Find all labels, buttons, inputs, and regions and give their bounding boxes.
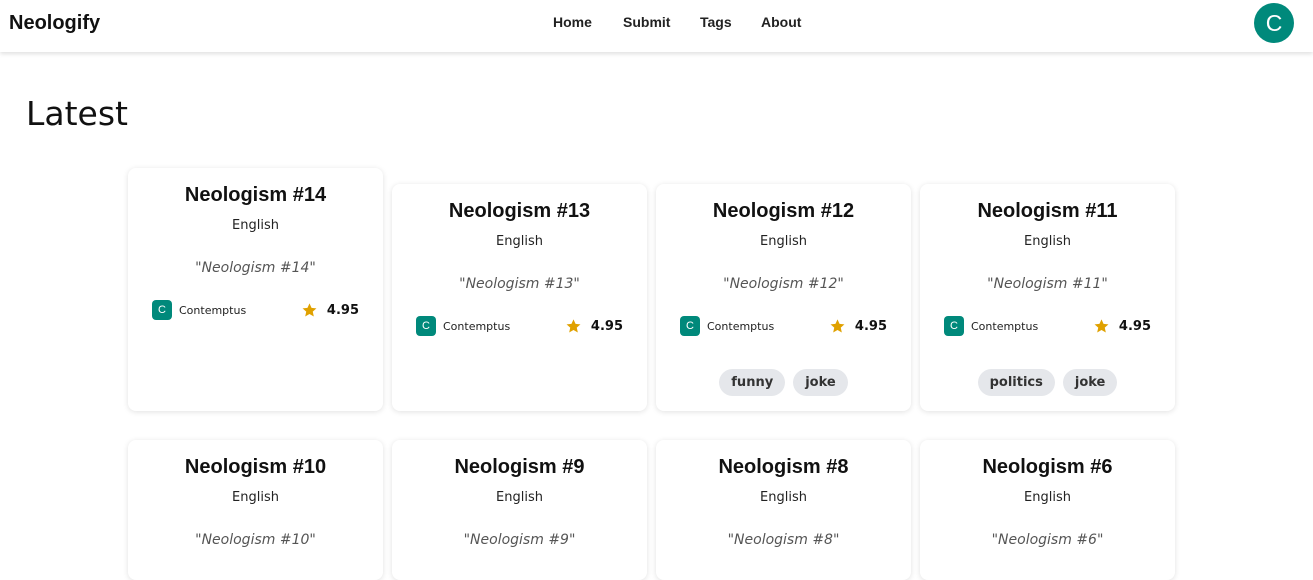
card-language: English xyxy=(1024,234,1071,249)
author-avatar: C xyxy=(944,316,964,336)
rating-value: 4.95 xyxy=(590,318,623,334)
author-avatar: C xyxy=(680,316,700,336)
tag-chip[interactable]: joke xyxy=(793,369,848,396)
nav-links: Home Submit Tags About xyxy=(0,14,1313,34)
author-name: Contemptus xyxy=(707,319,775,333)
card-definition: "Neologism #6" xyxy=(991,532,1104,548)
star-icon xyxy=(566,318,581,332)
neologism-card[interactable]: Neologism #11 English "Neologism #11" C … xyxy=(920,184,1175,411)
neologism-card[interactable]: Neologism #8 English "Neologism #8" xyxy=(656,440,911,580)
author-name: Contemptus xyxy=(971,319,1039,333)
author-avatar: C xyxy=(152,300,172,320)
card-rating: 4.95 xyxy=(1093,316,1151,336)
nav-about[interactable]: About xyxy=(761,14,801,30)
rating-value: 4.95 xyxy=(1118,318,1151,334)
author-avatar: C xyxy=(416,316,436,336)
card-author[interactable]: C Contemptus xyxy=(680,316,774,336)
card-title: Neologism #9 xyxy=(454,456,585,478)
neologism-card[interactable]: Neologism #13 English "Neologism #13" C … xyxy=(392,184,647,411)
tag-list: politics joke xyxy=(920,369,1175,396)
card-title: Neologism #6 xyxy=(982,456,1113,478)
card-rating: 4.95 xyxy=(565,316,623,336)
rating-value: 4.95 xyxy=(326,302,359,318)
tag-chip[interactable]: joke xyxy=(1062,369,1118,396)
nav-home[interactable]: Home xyxy=(553,14,592,30)
card-language: English xyxy=(232,218,279,233)
card-language: English xyxy=(760,490,807,505)
card-title: Neologism #10 xyxy=(184,456,327,478)
card-language: English xyxy=(1024,490,1071,505)
card-rating: 4.95 xyxy=(829,316,887,336)
nav-submit[interactable]: Submit xyxy=(623,14,670,30)
card-author[interactable]: C Contemptus xyxy=(416,316,510,336)
card-definition: "Neologism #13" xyxy=(459,276,580,292)
card-title: Neologism #8 xyxy=(718,456,849,478)
card-title: Neologism #14 xyxy=(184,184,327,206)
author-name: Contemptus xyxy=(443,319,511,333)
tag-list: funny joke xyxy=(656,369,911,396)
star-icon xyxy=(830,318,845,332)
author-name: Contemptus xyxy=(179,303,247,317)
card-definition: "Neologism #11" xyxy=(987,276,1108,292)
user-avatar[interactable]: C xyxy=(1254,3,1294,43)
card-definition: "Neologism #10" xyxy=(195,532,316,548)
card-language: English xyxy=(232,490,279,505)
card-definition: "Neologism #14" xyxy=(195,260,316,276)
star-icon xyxy=(302,302,317,316)
card-definition: "Neologism #8" xyxy=(727,532,840,548)
card-language: English xyxy=(496,490,543,505)
card-author[interactable]: C Contemptus xyxy=(152,300,246,320)
page-title: Latest xyxy=(26,94,128,133)
tag-chip[interactable]: politics xyxy=(977,369,1055,396)
tag-chip[interactable]: funny xyxy=(719,369,786,396)
card-language: English xyxy=(496,234,543,249)
card-author[interactable]: C Contemptus xyxy=(944,316,1038,336)
neologism-card[interactable]: Neologism #10 English "Neologism #10" xyxy=(128,440,383,580)
neologism-card[interactable]: Neologism #12 English "Neologism #12" C … xyxy=(656,184,911,411)
card-title: Neologism #13 xyxy=(448,200,591,222)
card-title: Neologism #11 xyxy=(977,200,1118,222)
card-definition: "Neologism #9" xyxy=(463,532,576,548)
star-icon xyxy=(1094,318,1109,332)
neologism-card[interactable]: Neologism #6 English "Neologism #6" xyxy=(920,440,1175,580)
card-rating: 4.95 xyxy=(301,300,359,320)
card-definition: "Neologism #12" xyxy=(723,276,844,292)
neologism-card[interactable]: Neologism #9 English "Neologism #9" xyxy=(392,440,647,580)
card-language: English xyxy=(760,234,807,249)
card-title: Neologism #12 xyxy=(712,200,855,222)
navbar: Neologify Home Submit Tags About C xyxy=(0,0,1313,52)
nav-tags[interactable]: Tags xyxy=(700,14,732,30)
rating-value: 4.95 xyxy=(854,318,887,334)
neologism-card[interactable]: Neologism #14 English "Neologism #14" C … xyxy=(128,168,383,411)
